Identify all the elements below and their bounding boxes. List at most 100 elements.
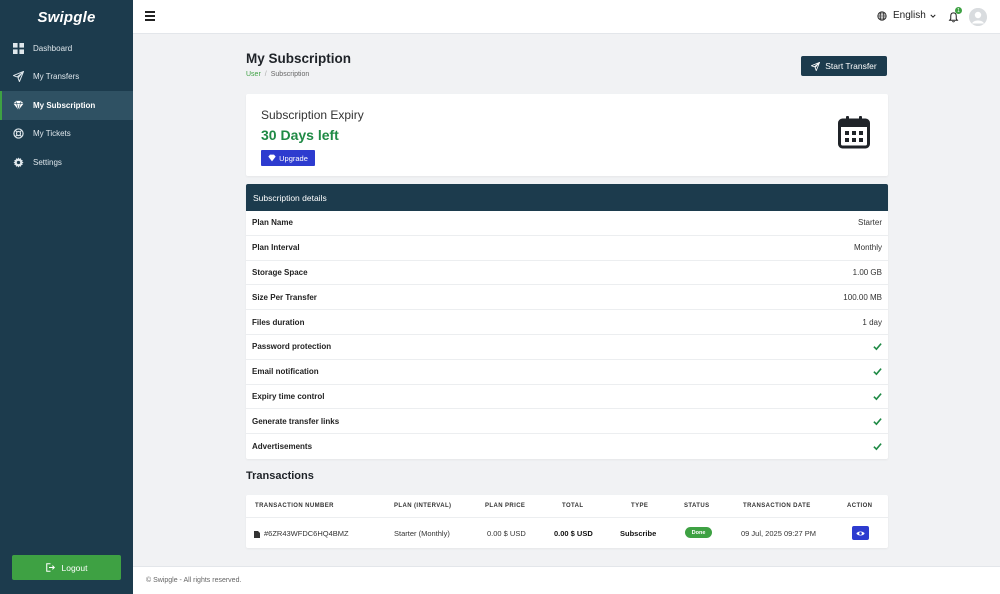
detail-value: 1 day	[862, 317, 882, 327]
subscription-expiry-card: Subscription Expiry 30 Days left Upgrade	[246, 94, 888, 176]
avatar[interactable]	[969, 8, 987, 26]
diamond-icon	[268, 154, 276, 162]
upgrade-label: Upgrade	[279, 153, 308, 163]
column-header: Plan (interval)	[394, 503, 452, 509]
detail-row: Storage Space 1.00 GB	[246, 261, 888, 286]
expiry-value: 30 Days left	[261, 127, 339, 143]
column-header: Total	[562, 503, 584, 509]
language-selector[interactable]: English	[877, 10, 942, 21]
chevron-down-icon	[930, 14, 936, 18]
lifebuoy-icon	[13, 128, 24, 139]
column-header: Plan price	[485, 503, 526, 509]
paper-plane-icon	[811, 61, 821, 71]
sidebar-item-label: My Subscription	[33, 100, 96, 110]
paper-plane-icon	[13, 71, 24, 83]
dashboard-icon	[13, 42, 24, 54]
app-logo[interactable]: Swipgle	[0, 0, 133, 34]
logout-button[interactable]: Logout	[12, 555, 121, 580]
detail-row: Size Per Transfer 100.00 MB	[246, 285, 888, 311]
type-cell: Subscribe	[620, 529, 657, 538]
start-transfer-button[interactable]: Start Transfer	[801, 56, 887, 76]
detail-key: Size Per Transfer	[252, 292, 317, 302]
detail-key: Storage Space	[252, 267, 308, 277]
status-badge: Done	[685, 527, 712, 538]
detail-row: Files duration 1 day	[246, 310, 888, 335]
footer: © Swipgle - All rights reserved.	[133, 566, 1000, 594]
topbar: English 1	[133, 0, 1000, 34]
sidebar-item-dashboard[interactable]: Dashboard	[0, 34, 133, 63]
breadcrumb-current: Subscription	[270, 71, 310, 78]
globe-icon	[877, 10, 887, 21]
check-icon	[873, 443, 882, 451]
transaction-number: #6ZR43WFDC6HQ4BMZ	[264, 529, 349, 538]
notification-badge: 1	[955, 7, 962, 14]
detail-key: Email notification	[252, 367, 319, 377]
breadcrumb-separator: /	[264, 71, 267, 78]
detail-key: Plan Interval	[252, 243, 300, 253]
detail-row: Plan Name Starter	[246, 211, 888, 236]
details-list: Plan Name Starter Plan Interval Monthly Stor…	[246, 211, 888, 459]
language-label: English	[893, 10, 926, 21]
notifications-button[interactable]: 1	[948, 7, 962, 23]
calendar-icon	[838, 116, 870, 149]
detail-row: Password protection	[246, 335, 888, 360]
eye-icon	[856, 531, 865, 535]
detail-key: Advertisements	[252, 442, 313, 452]
logout-label: Logout	[61, 562, 88, 573]
detail-row: Generate transfer links	[246, 409, 888, 435]
menu-toggle-icon[interactable]	[145, 11, 155, 21]
sidebar-item-label: Dashboard	[33, 43, 73, 53]
sidebar-item-my-transfers[interactable]: My Transfers	[0, 63, 133, 92]
column-header: Transaction date	[743, 503, 811, 509]
file-icon	[254, 530, 260, 538]
column-header: Action	[847, 503, 873, 509]
sidebar-item-my-tickets[interactable]: My Tickets	[0, 120, 133, 149]
sidebar-item-label: Settings	[33, 157, 62, 167]
total-cell: 0.00 $ USD	[554, 529, 593, 538]
detail-key: Files duration	[252, 317, 305, 327]
detail-value: 100.00 MB	[843, 292, 882, 302]
date-cell: 09 Jul, 2025 09:27 PM	[741, 529, 817, 538]
detail-key: Expiry time control	[252, 391, 325, 401]
diamond-icon	[13, 100, 24, 111]
sidebar: Swipgle Dashboard My Transfers My Subscr…	[0, 0, 133, 594]
transaction-number-cell: #6ZR43WFDC6HQ4BMZ	[254, 529, 349, 538]
gear-icon	[13, 157, 24, 168]
detail-value: Starter	[857, 218, 882, 228]
start-transfer-label: Start Transfer	[825, 61, 877, 71]
upgrade-button[interactable]: Upgrade	[261, 150, 315, 166]
sidebar-item-settings[interactable]: Settings	[0, 148, 133, 177]
plan-cell: Starter (Monthly)	[394, 529, 450, 538]
breadcrumb: User / Subscription	[246, 71, 309, 78]
sign-out-icon	[45, 563, 55, 572]
column-header: Status	[684, 503, 710, 509]
detail-value: 1.00 GB	[852, 267, 882, 277]
expiry-label: Subscription Expiry	[261, 108, 364, 122]
column-header: Transaction number	[255, 503, 334, 509]
check-icon	[873, 393, 882, 401]
detail-key: Generate transfer links	[252, 416, 340, 426]
subscription-details-card: Subscription details Plan Name Starter Pla…	[246, 184, 888, 459]
view-transaction-button[interactable]	[852, 526, 869, 540]
check-icon	[873, 417, 882, 426]
details-heading: Subscription details	[246, 184, 888, 211]
sidebar-nav: Dashboard My Transfers My Subscription M…	[0, 34, 133, 177]
column-header: Type	[631, 503, 649, 509]
price-cell: 0.00 $ USD	[487, 529, 526, 538]
breadcrumb-user-link[interactable]: User	[246, 71, 261, 78]
detail-row: Plan Interval Monthly	[246, 236, 888, 261]
table-header: Transaction number Plan (interval) Plan …	[246, 495, 888, 518]
transactions-title: Transactions	[246, 470, 314, 482]
check-icon	[873, 343, 882, 351]
sidebar-item-my-subscription[interactable]: My Subscription	[0, 91, 133, 120]
sidebar-item-label: My Tickets	[33, 129, 71, 139]
detail-key: Plan Name	[252, 218, 293, 228]
sidebar-item-label: My Transfers	[33, 72, 80, 82]
detail-row: Expiry time control	[246, 385, 888, 410]
check-icon	[873, 368, 882, 376]
detail-key: Password protection	[252, 342, 332, 352]
page-title: My Subscription	[246, 51, 352, 66]
copyright-text: © Swipgle - All rights reserved.	[146, 577, 242, 584]
transactions-table: Transaction number Plan (interval) Plan …	[246, 495, 888, 548]
detail-row: Email notification	[246, 360, 888, 385]
